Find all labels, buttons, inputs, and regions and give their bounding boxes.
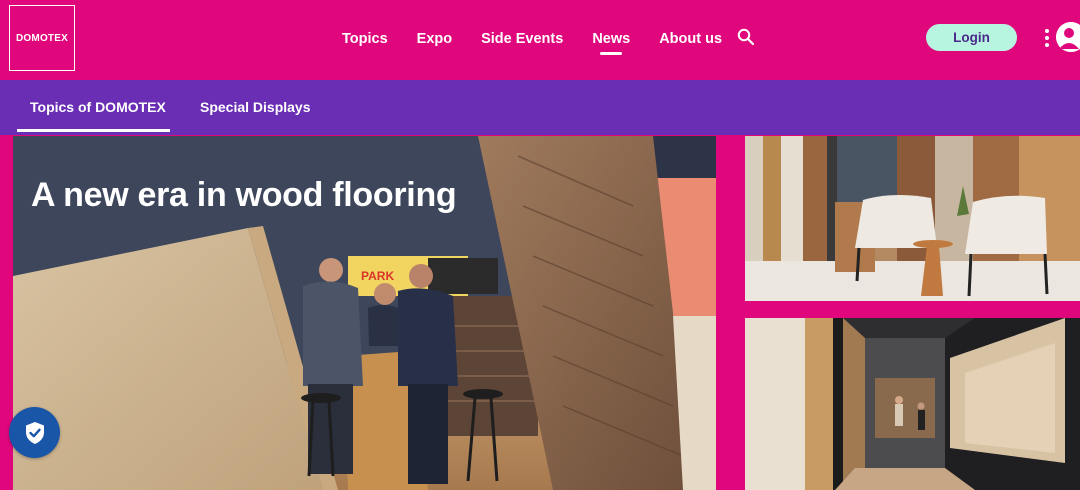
side-illustration-corridor: [745, 318, 1080, 490]
user-icon[interactable]: [1056, 22, 1080, 52]
nav-item-news[interactable]: News: [592, 31, 630, 47]
logo-text: DOMOTEX: [16, 32, 68, 44]
side-image-lounge[interactable]: [745, 136, 1080, 301]
nav-item-expo[interactable]: Expo: [417, 31, 452, 47]
subnav-item-topics-of-domotex[interactable]: Topics of DOMOTEX: [17, 99, 170, 132]
domotex-logo[interactable]: DOMOTEX: [9, 5, 75, 71]
subnav-item-special-displays[interactable]: Special Displays: [200, 99, 311, 115]
main-nav: Topics Expo Side Events News About us: [342, 28, 751, 50]
hero-sign: PARK: [361, 269, 395, 283]
login-button[interactable]: Login: [926, 24, 1017, 51]
privacy-settings-button[interactable]: [9, 407, 60, 458]
side-image-corridor[interactable]: [745, 318, 1080, 490]
nav-item-topics[interactable]: Topics: [342, 31, 388, 47]
shield-check-icon: [25, 421, 44, 444]
sub-nav: Topics of DOMOTEX Special Displays: [0, 80, 1080, 135]
nav-item-about-us[interactable]: About us: [659, 31, 722, 47]
hero-image[interactable]: A new era in wood flooring PARK: [13, 136, 716, 490]
side-illustration-lounge: [745, 136, 1080, 301]
top-header: DOMOTEX Topics Expo Side Events News Abo…: [0, 0, 1080, 80]
hero-headline: A new era in wood flooring: [31, 176, 457, 214]
nav-item-side-events[interactable]: Side Events: [481, 31, 563, 47]
kebab-menu-icon[interactable]: [1043, 27, 1051, 49]
search-icon[interactable]: [737, 28, 755, 46]
